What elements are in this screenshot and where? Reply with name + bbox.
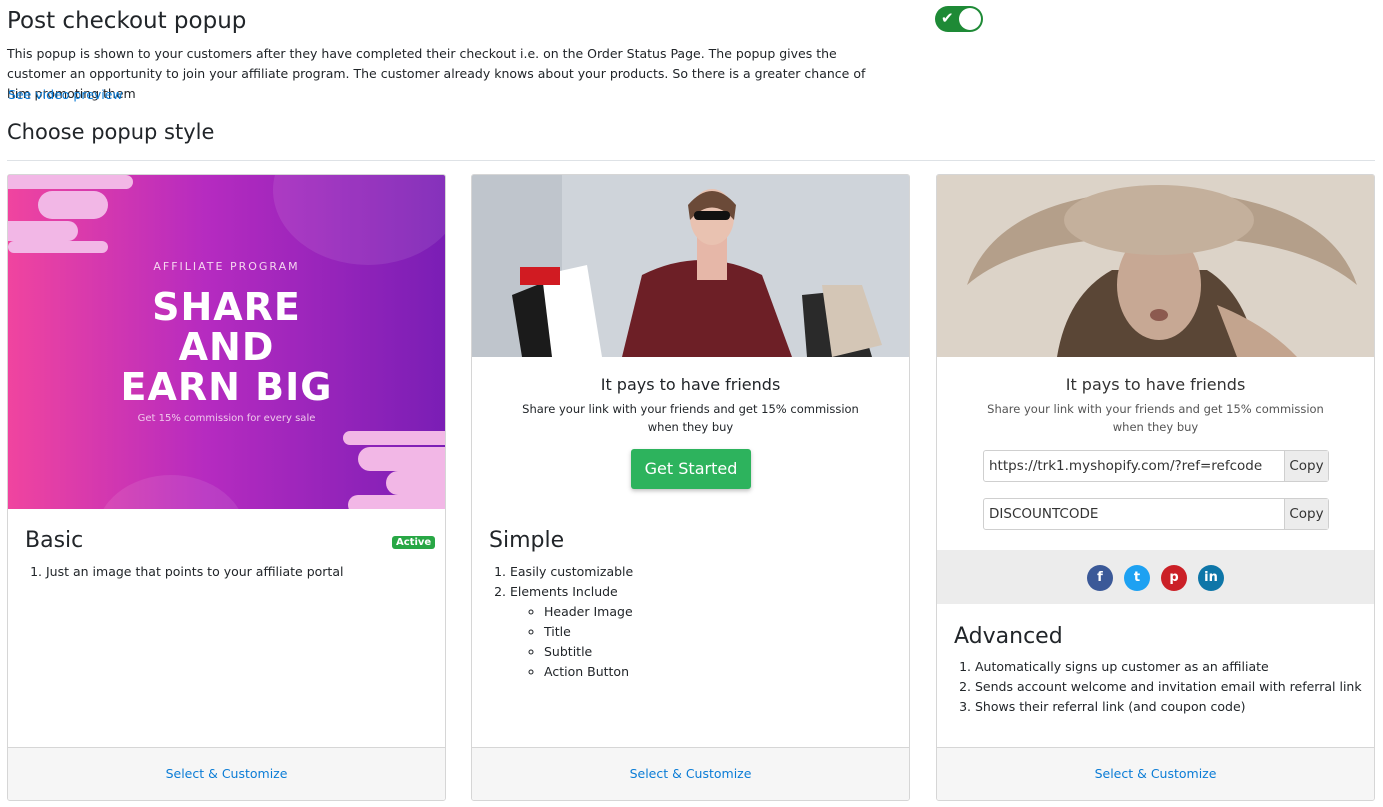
basic-preview-image: AFFILIATE PROGRAM SHARE AND EARN BIG Get… <box>8 175 445 509</box>
pinterest-icon[interactable]: p <box>1161 565 1187 591</box>
popup-title: It pays to have friends <box>600 375 781 394</box>
twitter-icon[interactable]: t <box>1124 565 1150 591</box>
list-item: Just an image that points to your affili… <box>46 562 343 582</box>
decor-blob <box>8 175 133 189</box>
decor-circle <box>96 475 246 509</box>
select-customize-advanced-link[interactable]: Select & Customize <box>1095 766 1217 781</box>
list-item: Automatically signs up customer as an af… <box>975 657 1362 677</box>
image-headline: SHARE AND EARN BIG <box>8 287 445 407</box>
decor-blob <box>348 495 445 509</box>
sublist-item: Title <box>544 622 633 642</box>
popup-description: This popup is shown to your customers af… <box>7 46 866 101</box>
active-badge: Active <box>392 536 436 549</box>
simple-header-image <box>472 175 909 357</box>
card-footer: Select & Customize <box>937 747 1374 800</box>
decor-blob <box>358 447 445 471</box>
select-customize-simple-link[interactable]: Select & Customize <box>630 766 752 781</box>
social-share-bar: f t p in <box>937 550 1374 604</box>
subtitle-line: Share your link with your friends and ge… <box>987 402 1324 416</box>
decor-blob <box>8 221 78 241</box>
enable-toggle[interactable]: ✔ <box>935 6 983 32</box>
facebook-icon[interactable]: f <box>1087 565 1113 591</box>
feature-list: Automatically signs up customer as an af… <box>937 657 1362 717</box>
decor-blob <box>8 241 108 253</box>
popup-subtitle: Share your link with your friends and ge… <box>472 400 909 436</box>
popup-title: It pays to have friends <box>1065 375 1246 394</box>
list-item: Easily customizable <box>510 562 633 582</box>
headline-line: EARN BIG <box>120 365 333 409</box>
decor-blob <box>38 191 108 219</box>
style-card-advanced: It pays to have friends Share your link … <box>936 174 1375 801</box>
card-title: Simple <box>489 528 565 553</box>
list-item: Shows their referral link (and coupon co… <box>975 697 1362 717</box>
copy-link-button[interactable]: Copy <box>1284 451 1328 481</box>
copy-code-button[interactable]: Copy <box>1284 499 1328 529</box>
feature-list: Just an image that points to your affili… <box>8 562 343 582</box>
decor-blob <box>343 431 445 445</box>
sublist-item: Action Button <box>544 662 633 682</box>
list-item-label: Elements Include <box>510 584 618 599</box>
headline-line: SHARE <box>152 285 301 329</box>
video-preview-link[interactable]: See video preview <box>8 87 123 102</box>
advanced-header-image <box>937 175 1374 357</box>
card-title: Basic <box>25 528 84 553</box>
card-footer: Select & Customize <box>8 747 445 800</box>
get-started-button[interactable]: Get Started <box>631 449 751 489</box>
subtitle-line: Share your link with your friends and ge… <box>522 402 859 416</box>
popup-subtitle: Share your link with your friends and ge… <box>937 400 1374 436</box>
page-title: Post checkout popup <box>7 8 247 34</box>
linkedin-icon[interactable]: in <box>1198 565 1224 591</box>
referral-link-value: https://trk1.myshopify.com/?ref=refcode <box>989 458 1263 474</box>
sublist-item: Header Image <box>544 602 633 622</box>
style-card-basic: AFFILIATE PROGRAM SHARE AND EARN BIG Get… <box>7 174 446 801</box>
hat-woman-photo <box>937 175 1374 357</box>
card-title: Advanced <box>954 624 1063 649</box>
card-footer: Select & Customize <box>472 747 909 800</box>
toggle-knob <box>959 8 981 30</box>
list-item: Sends account welcome and invitation ema… <box>975 677 1362 697</box>
feature-list: Easily customizable Elements Include Hea… <box>472 562 633 682</box>
elements-sublist: Header Image Title Subtitle Action Butto… <box>510 602 633 682</box>
style-card-simple: It pays to have friends Share your link … <box>471 174 910 801</box>
sublist-item: Subtitle <box>544 642 633 662</box>
decor-circle <box>273 175 445 265</box>
headline-line: AND <box>178 325 275 369</box>
referral-link-field[interactable]: https://trk1.myshopify.com/?ref=refcode … <box>983 450 1329 482</box>
image-caption: Get 15% commission for every sale <box>137 413 316 424</box>
check-icon: ✔ <box>941 9 954 27</box>
shopper-photo <box>472 175 909 357</box>
subtitle-line: when they buy <box>1112 420 1199 434</box>
select-customize-basic-link[interactable]: Select & Customize <box>166 766 288 781</box>
list-item: Elements Include Header Image Title Subt… <box>510 582 633 682</box>
discount-code-value: DISCOUNTCODE <box>989 506 1099 522</box>
decor-blob <box>386 471 445 495</box>
divider <box>7 160 1375 161</box>
subtitle-line: when they buy <box>647 420 734 434</box>
discount-code-field[interactable]: DISCOUNTCODE Copy <box>983 498 1329 530</box>
image-kicker: AFFILIATE PROGRAM <box>153 260 300 273</box>
section-title: Choose popup style <box>7 120 215 144</box>
